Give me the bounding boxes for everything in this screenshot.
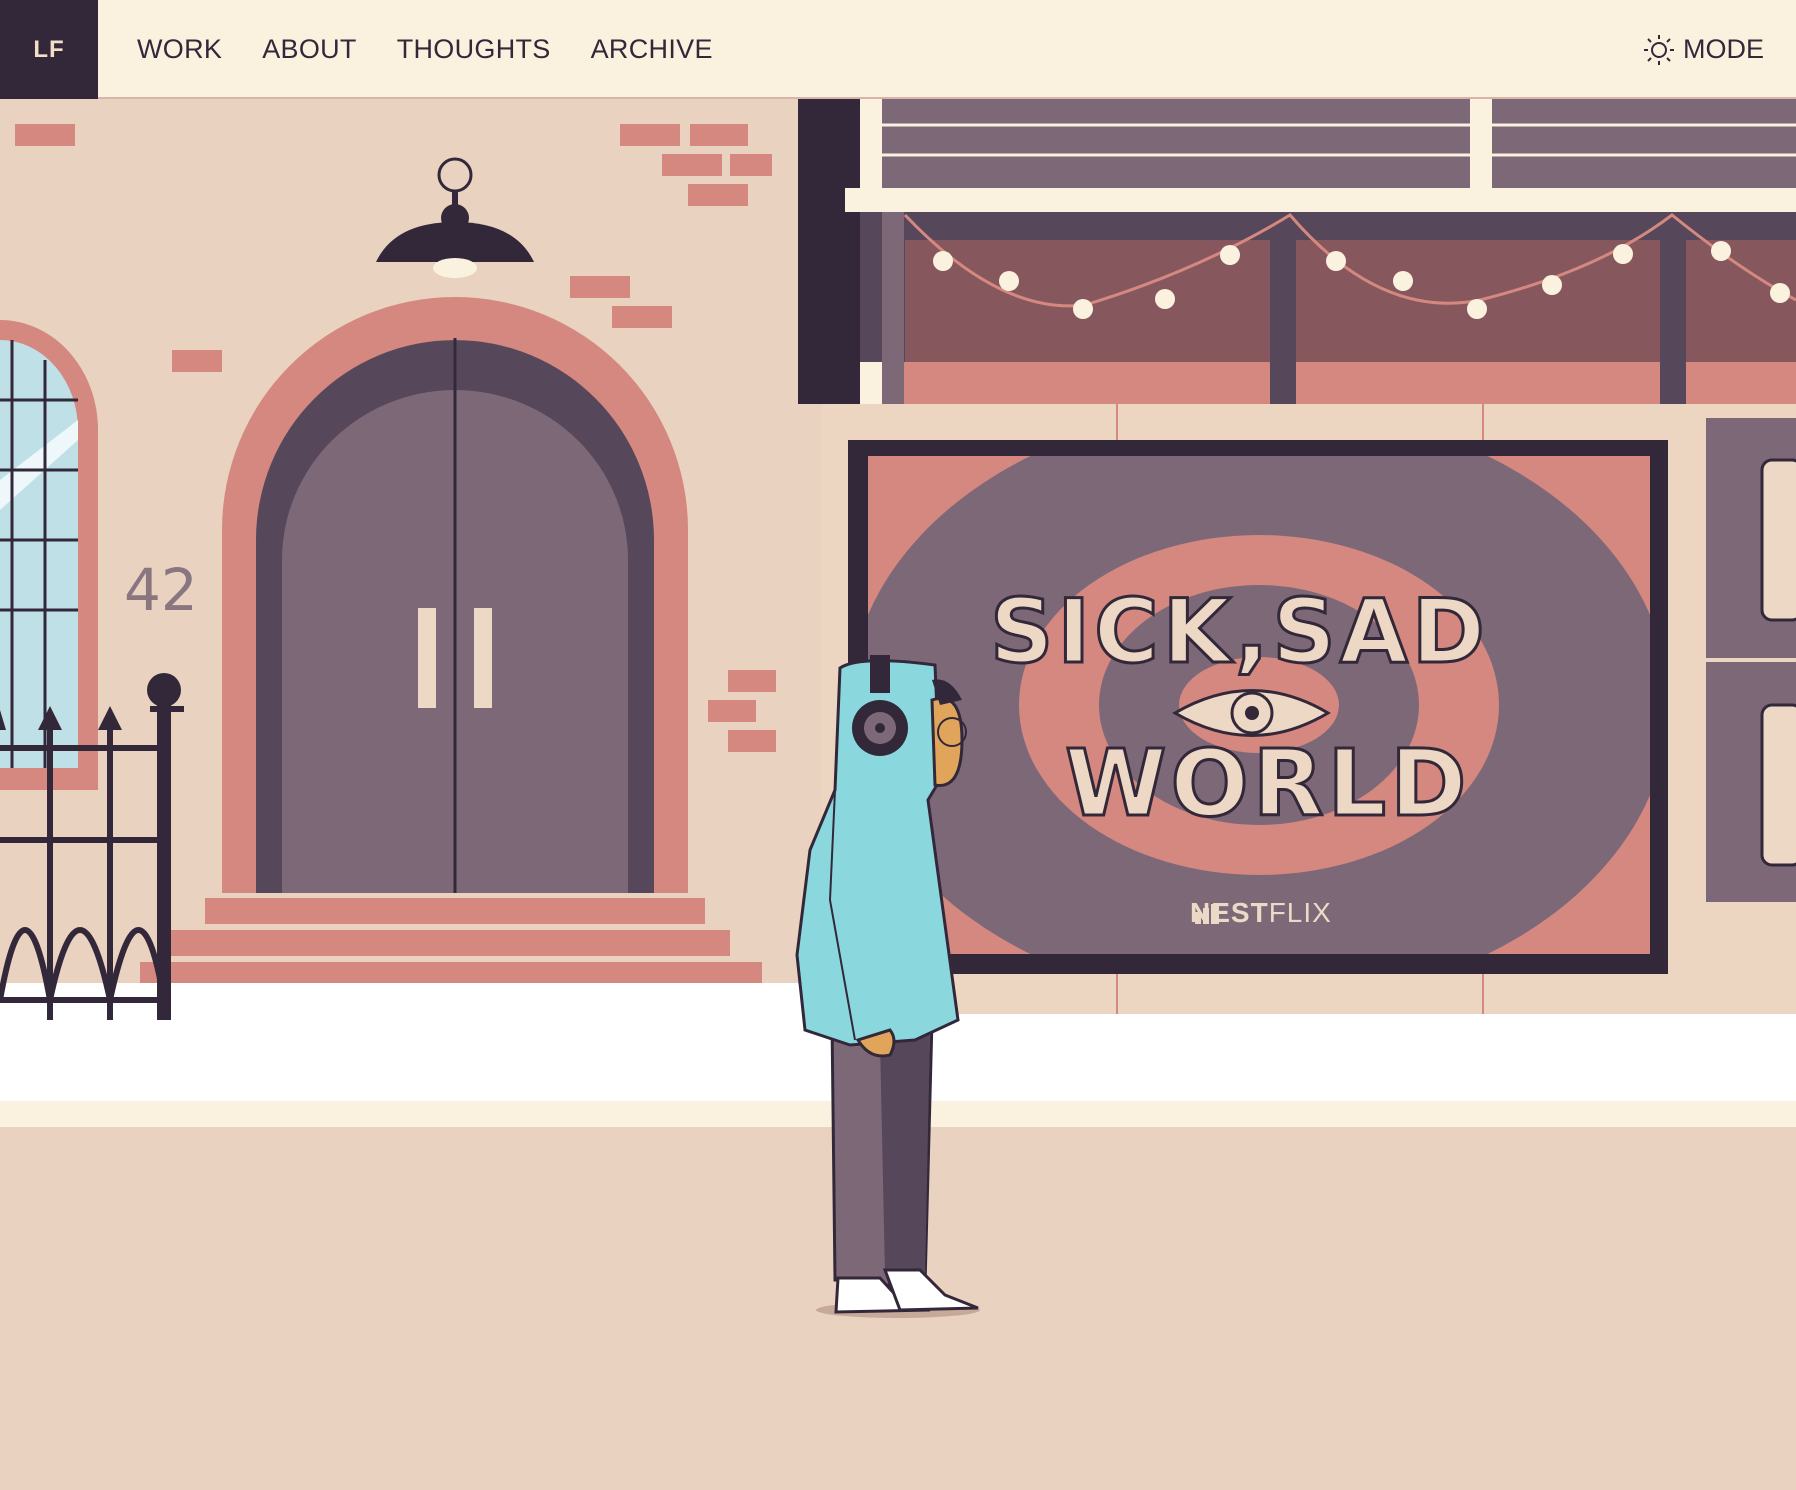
brand-light: FLIX [1268,897,1332,928]
billboard-title-line2: WORLD [1064,729,1471,839]
scene-illustration [0,99,1796,1490]
billboard-title-line1: SICK,SAD [989,579,1489,685]
nav-work[interactable]: WORK [137,34,222,65]
billboard-brand: NESTFLIX [1190,897,1332,929]
mode-toggle-button[interactable]: MODE [1643,0,1764,99]
brand-bold: NEST [1190,897,1269,928]
mode-label: MODE [1683,34,1764,64]
house-number: 42 [124,556,198,624]
main-nav: WORK ABOUT THOUGHTS ARCHIVE [137,0,713,99]
site-logo[interactable]: LF [0,0,98,99]
street-scene: 42 SICK,SAD WORLD NESTFLIX [0,0,1796,1490]
nav-archive[interactable]: ARCHIVE [591,34,713,65]
sun-icon [1644,34,1674,65]
nav-about[interactable]: ABOUT [262,34,357,65]
nav-thoughts[interactable]: THOUGHTS [397,34,551,65]
arched-door [222,297,688,893]
door-steps [140,898,762,986]
top-navbar: LF WORK ABOUT THOUGHTS ARCHIVE MODE [0,0,1796,99]
